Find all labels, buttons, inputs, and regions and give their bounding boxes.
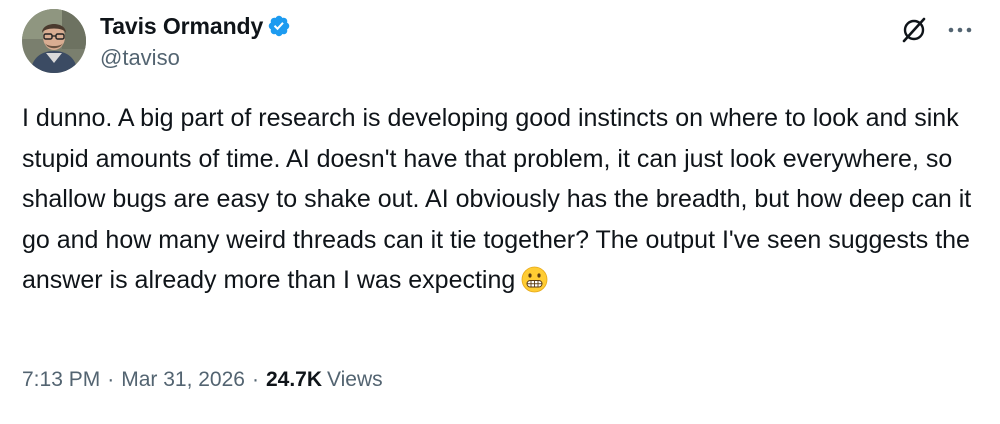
author-identity: Tavis Ormandy @taviso <box>100 9 291 73</box>
display-name[interactable]: Tavis Ormandy <box>100 13 263 40</box>
views-count[interactable]: 24.7K <box>266 368 322 392</box>
tweet-text: I dunno. A big part of research is devel… <box>22 98 982 301</box>
views-label: Views <box>327 368 383 391</box>
grok-icon[interactable] <box>894 10 934 50</box>
handle[interactable]: @taviso <box>100 45 291 71</box>
tweet-meta: 7:13 PM · Mar 31, 2026 · 24.7K Views <box>22 368 383 392</box>
avatar[interactable] <box>22 9 86 73</box>
tweet-text-body: I dunno. A big part of research is devel… <box>22 104 979 294</box>
grimacing-face-emoji <box>521 265 548 293</box>
tweet-card: Tavis Ormandy @taviso I dunno. A big par… <box>0 0 1000 424</box>
more-horizontal-icon[interactable] <box>940 10 980 50</box>
meta-separator: · <box>107 368 115 391</box>
tweet-date[interactable]: Mar 31, 2026 <box>121 368 245 392</box>
meta-separator: · <box>251 368 259 391</box>
verified-checkmark-icon[interactable] <box>267 14 291 38</box>
tweet-header: Tavis Ormandy @taviso <box>22 6 291 76</box>
tweet-time[interactable]: 7:13 PM <box>22 368 100 392</box>
name-row: Tavis Ormandy <box>100 11 291 41</box>
tweet-actions <box>894 10 980 50</box>
